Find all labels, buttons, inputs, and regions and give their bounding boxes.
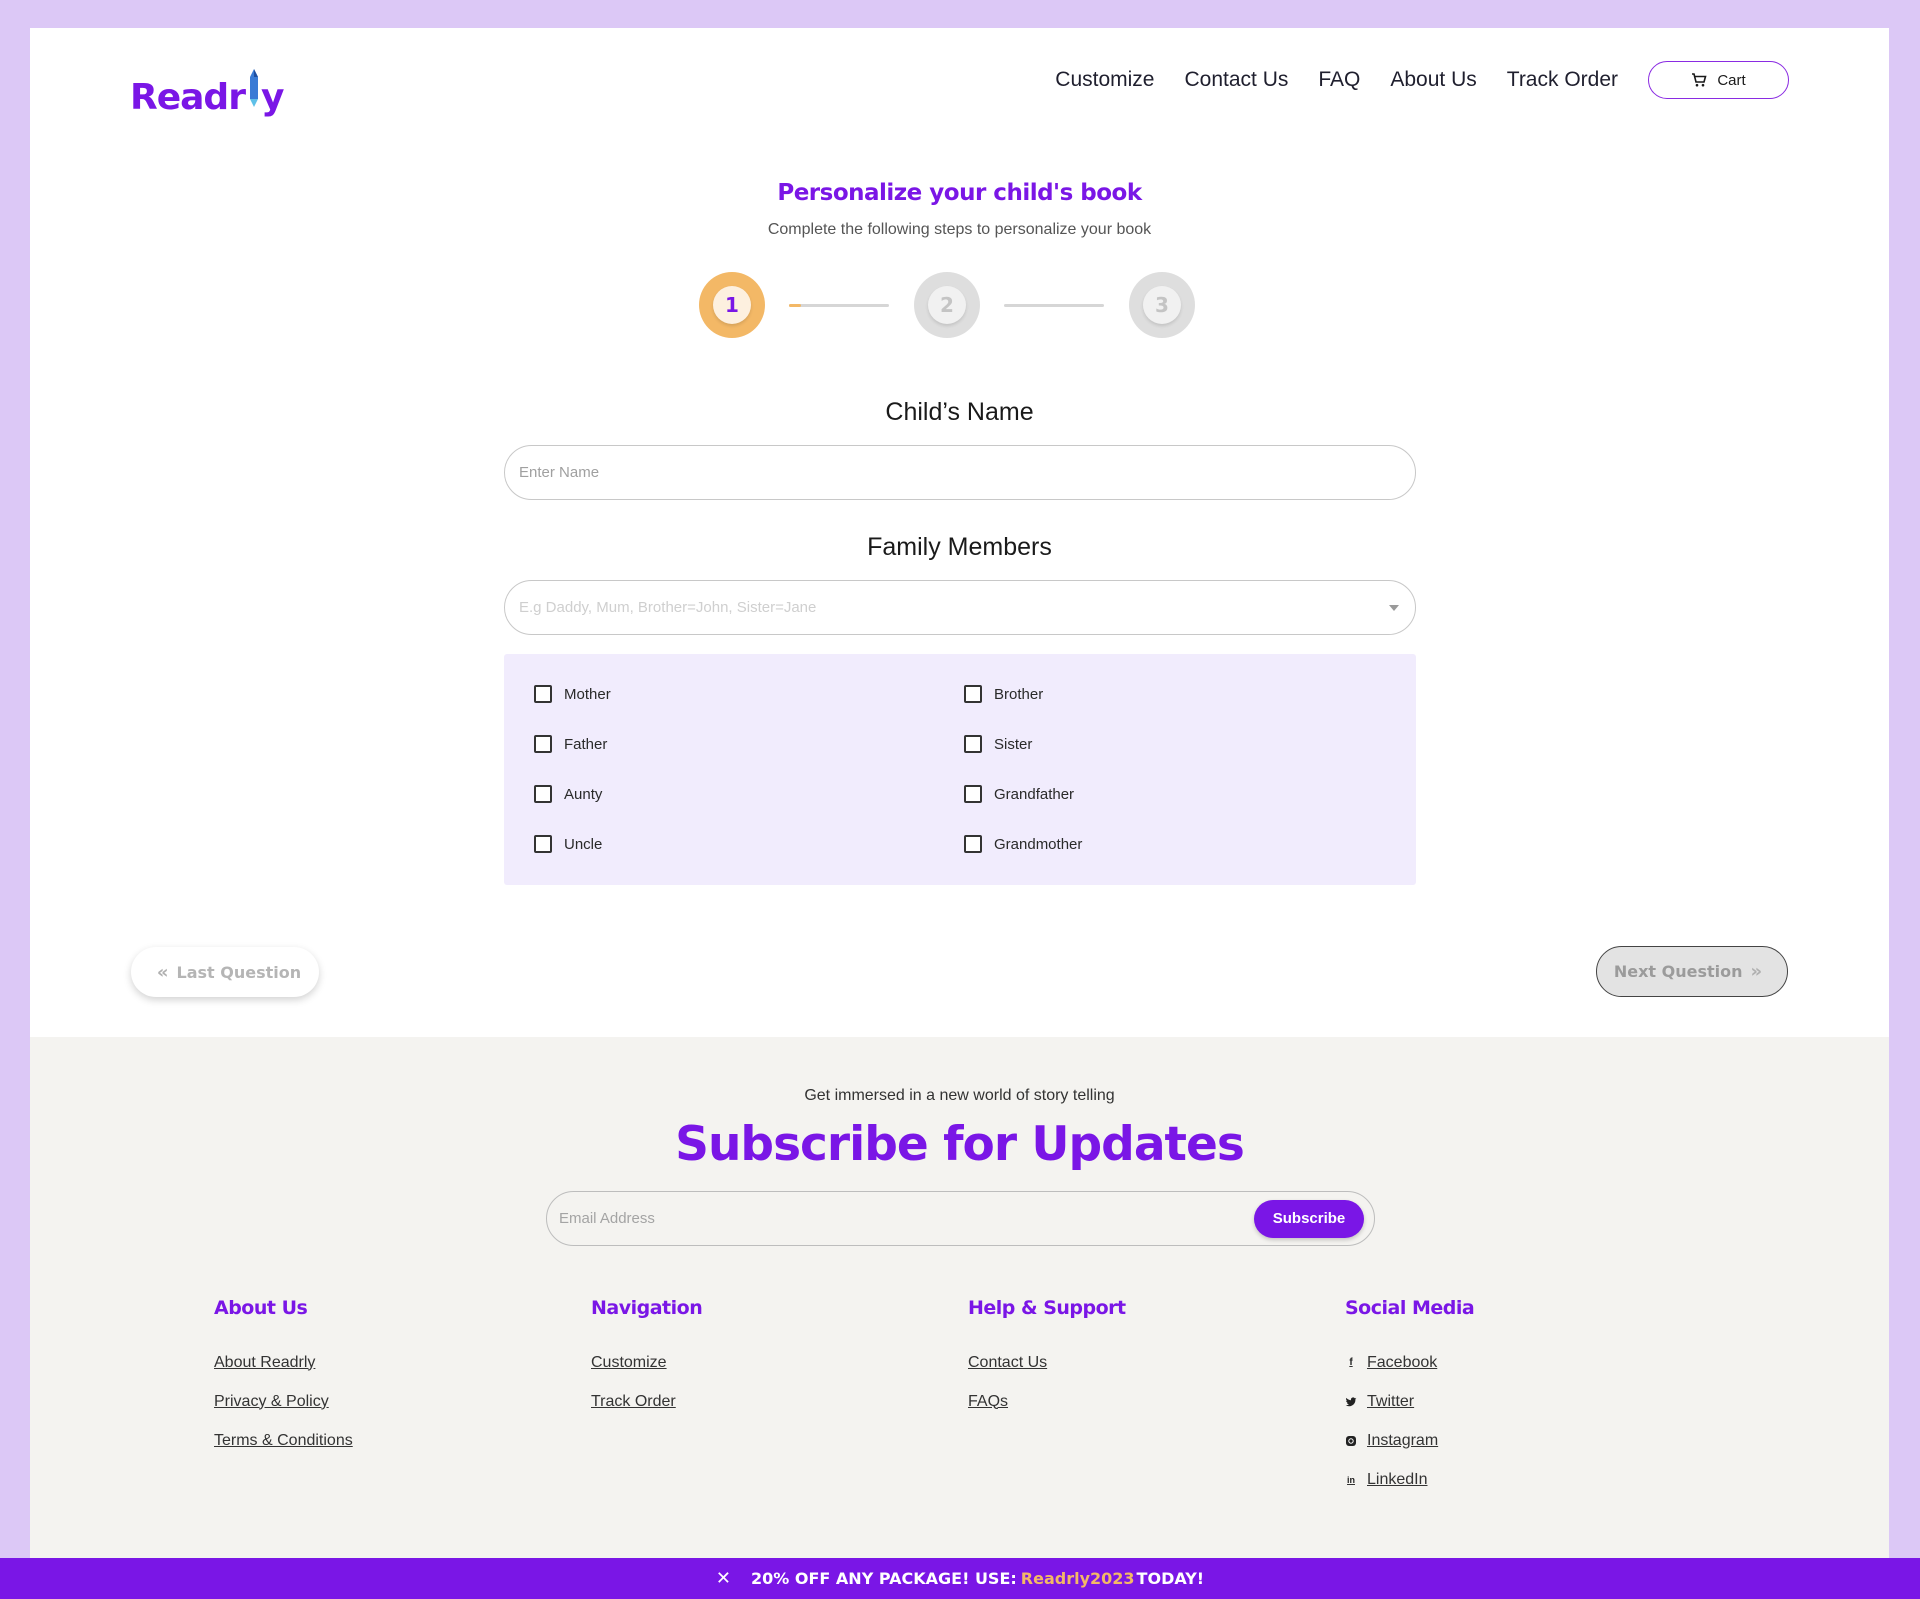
footer-link-contact-us[interactable]: Contact Us (968, 1343, 1126, 1382)
cart-button[interactable]: Cart (1648, 61, 1789, 99)
step-2-number: 2 (928, 286, 966, 324)
footer-link-faqs[interactable]: FAQs (968, 1382, 1126, 1421)
step-2[interactable]: 2 (914, 272, 980, 338)
footer-link-instagram[interactable]: Instagram (1345, 1421, 1474, 1460)
footer-help-column: Help & Support Contact Us FAQs (968, 1297, 1126, 1421)
pencil-icon (249, 68, 258, 107)
step-connector-1-fill (789, 304, 801, 307)
promo-prefix: 20% OFF ANY PACKAGE! USE: (751, 1569, 1017, 1588)
footer-link-twitter[interactable]: Twitter (1345, 1382, 1474, 1421)
progress-stepper: 1 2 3 (699, 272, 1199, 338)
child-name-label: Child’s Name (885, 398, 1034, 426)
checkbox[interactable] (534, 685, 552, 703)
promo-code: Readrly2023 (1020, 1569, 1135, 1588)
step-3-number: 3 (1143, 286, 1181, 324)
email-input[interactable] (559, 1210, 1254, 1227)
family-members-label: Family Members (867, 533, 1052, 561)
option-uncle[interactable]: Uncle (534, 835, 602, 853)
facebook-icon: f (1349, 1357, 1353, 1368)
footer-about-column: About Us About Readrly Privacy & Policy … (214, 1297, 353, 1460)
subscribe-title: Subscribe for Updates (675, 1117, 1245, 1172)
footer-link-privacy-policy[interactable]: Privacy & Policy (214, 1382, 353, 1421)
step-1-number: 1 (713, 286, 751, 324)
last-question-label: Last Question (176, 962, 302, 982)
family-options-panel: Mother Father Aunty Uncle Brother Sister… (504, 654, 1416, 885)
footer-link-facebook[interactable]: f Facebook (1345, 1343, 1474, 1382)
checkbox[interactable] (534, 735, 552, 753)
close-icon[interactable]: ✕ (716, 1568, 731, 1589)
nav-customize[interactable]: Customize (1055, 68, 1154, 92)
family-members-field[interactable] (504, 580, 1416, 635)
double-chevron-right-icon: » (1750, 961, 1763, 982)
checkbox[interactable] (964, 835, 982, 853)
step-connector-2 (1004, 304, 1104, 307)
nav-faq[interactable]: FAQ (1318, 68, 1360, 92)
next-question-label: Next Question (1613, 962, 1743, 981)
checkbox[interactable] (534, 835, 552, 853)
step-1[interactable]: 1 (699, 272, 765, 338)
page-frame: Readr y Customize Contact Us FAQ About Us… (30, 28, 1889, 1558)
last-question-button[interactable]: « Last Question (131, 947, 319, 997)
footer-navigation-heading: Navigation (591, 1297, 703, 1319)
step-3[interactable]: 3 (1129, 272, 1195, 338)
main-nav: Customize Contact Us FAQ About Us Track … (1025, 61, 1789, 99)
footer-link-terms[interactable]: Terms & Conditions (214, 1421, 353, 1460)
footer-help-heading: Help & Support (968, 1297, 1126, 1319)
option-grandfather[interactable]: Grandfather (964, 785, 1074, 803)
checkbox[interactable] (964, 735, 982, 753)
option-mother[interactable]: Mother (534, 685, 611, 703)
option-sister[interactable]: Sister (964, 735, 1032, 753)
option-aunty[interactable]: Aunty (534, 785, 602, 803)
footer-link-linkedin[interactable]: in LinkedIn (1345, 1460, 1474, 1499)
footer-link-about-readrly[interactable]: About Readrly (214, 1343, 353, 1382)
footer-about-heading: About Us (214, 1297, 308, 1319)
option-grandmother[interactable]: Grandmother (964, 835, 1082, 853)
family-members-input[interactable] (519, 599, 1389, 616)
twitter-icon (1345, 1396, 1357, 1406)
option-father[interactable]: Father (534, 735, 607, 753)
checkbox[interactable] (964, 685, 982, 703)
page-title: Personalize your child's book (777, 180, 1142, 206)
nav-contact-us[interactable]: Contact Us (1184, 68, 1288, 92)
checkbox[interactable] (534, 785, 552, 803)
footer: Get immersed in a new world of story tel… (30, 1037, 1889, 1558)
child-name-field (504, 445, 1416, 500)
footer-social-column: Social Media f Facebook Twitter Instagram… (1345, 1297, 1475, 1499)
chevron-down-icon[interactable] (1389, 604, 1399, 611)
double-chevron-left-icon: « (156, 961, 169, 983)
promo-suffix: TODAY! (1136, 1569, 1205, 1588)
nav-about-us[interactable]: About Us (1390, 68, 1476, 92)
checkbox[interactable] (964, 785, 982, 803)
option-brother[interactable]: Brother (964, 685, 1043, 703)
cart-label: Cart (1717, 71, 1746, 89)
step-connector-1 (789, 304, 889, 307)
promo-banner: ✕ 20% OFF ANY PACKAGE! USE: Readrly2023 … (0, 1558, 1920, 1599)
subscribe-form: Subscribe (546, 1191, 1375, 1246)
nav-track-order[interactable]: Track Order (1507, 68, 1618, 92)
subscribe-tagline: Get immersed in a new world of story tel… (804, 1087, 1115, 1104)
page-subtitle: Complete the following steps to personal… (767, 221, 1152, 238)
linkedin-icon: in (1347, 1474, 1355, 1485)
footer-navigation-column: Navigation Customize Track Order (591, 1297, 703, 1421)
brand-name-tail: y (260, 76, 284, 118)
footer-link-track-order[interactable]: Track Order (591, 1382, 702, 1421)
footer-social-heading: Social Media (1345, 1297, 1475, 1319)
child-name-input[interactable] (519, 464, 1401, 481)
instagram-icon (1346, 1435, 1356, 1446)
next-question-button[interactable]: Next Question » (1596, 946, 1788, 997)
footer-link-customize[interactable]: Customize (591, 1343, 702, 1382)
cart-icon (1692, 73, 1707, 87)
subscribe-button[interactable]: Subscribe (1254, 1199, 1364, 1238)
brand-name: Readr (130, 76, 246, 118)
brand-logo[interactable]: Readr y (130, 48, 284, 138)
